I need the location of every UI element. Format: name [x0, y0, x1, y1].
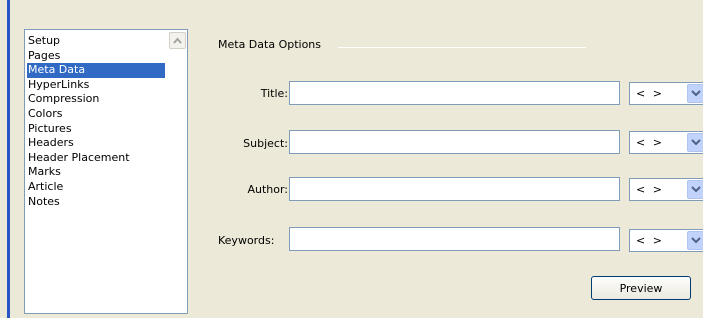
category-item-setup[interactable]: Setup	[27, 34, 165, 49]
title-input[interactable]	[289, 81, 620, 105]
keywords-input[interactable]	[289, 227, 620, 251]
category-items: Setup Pages Meta Data HyperLinks Compres…	[27, 34, 165, 209]
chevron-up-icon	[173, 37, 182, 44]
group-divider	[338, 47, 586, 48]
keywords-dropdown-button[interactable]	[687, 231, 703, 250]
category-item-meta-data[interactable]: Meta Data	[27, 63, 165, 78]
chevron-down-icon	[691, 139, 701, 146]
category-list[interactable]: Setup Pages Meta Data HyperLinks Compres…	[24, 29, 188, 314]
author-label: Author:	[247, 183, 288, 196]
chevron-down-icon	[691, 237, 701, 244]
subject-label: Subject:	[243, 137, 288, 150]
group-title: Meta Data Options	[218, 38, 322, 51]
subject-input[interactable]	[289, 130, 620, 154]
author-option-value: < >	[636, 183, 664, 196]
author-dropdown-button[interactable]	[687, 180, 703, 199]
window-left-edge	[0, 0, 10, 318]
scroll-up-button[interactable]	[169, 32, 186, 49]
title-option-value: < >	[636, 87, 664, 100]
keywords-option-value: < >	[636, 234, 664, 247]
category-item-marks[interactable]: Marks	[27, 165, 165, 180]
author-option-select[interactable]: < >	[629, 178, 703, 201]
subject-dropdown-button[interactable]	[687, 133, 703, 152]
title-dropdown-button[interactable]	[687, 84, 703, 103]
subject-option-select[interactable]: < >	[629, 131, 703, 154]
category-item-headers[interactable]: Headers	[27, 136, 165, 151]
title-option-select[interactable]: < >	[629, 82, 703, 105]
chevron-down-icon	[691, 186, 701, 193]
keywords-option-select[interactable]: < >	[629, 229, 703, 252]
category-item-pictures[interactable]: Pictures	[27, 122, 165, 137]
preview-button[interactable]: Preview	[591, 276, 691, 300]
title-label: Title:	[260, 87, 288, 100]
keywords-label: Keywords:	[218, 234, 275, 247]
author-input[interactable]	[289, 177, 620, 201]
chevron-down-icon	[691, 90, 701, 97]
category-item-hyperlinks[interactable]: HyperLinks	[27, 78, 165, 93]
category-item-notes[interactable]: Notes	[27, 195, 165, 210]
category-item-article[interactable]: Article	[27, 180, 165, 195]
subject-option-value: < >	[636, 136, 664, 149]
category-item-header-placement[interactable]: Header Placement	[27, 151, 165, 166]
category-item-compression[interactable]: Compression	[27, 92, 165, 107]
category-item-colors[interactable]: Colors	[27, 107, 165, 122]
category-item-pages[interactable]: Pages	[27, 49, 165, 64]
